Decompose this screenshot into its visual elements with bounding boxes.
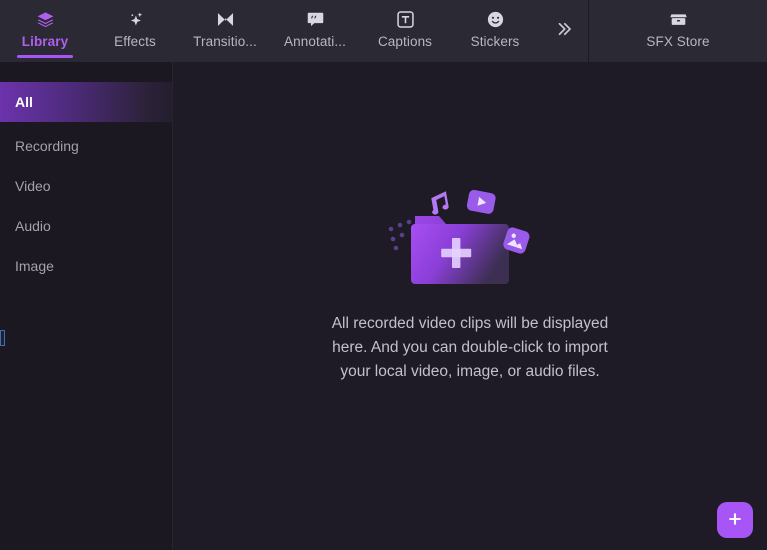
decorative-dots (388, 219, 412, 251)
store-icon (669, 10, 688, 29)
sidebar-item-audio-label: Audio (15, 218, 51, 234)
toolbar-tab-group: Library Effects Transitio... Annotati...… (0, 0, 588, 62)
tab-transitions[interactable]: Transitio... (180, 0, 270, 62)
plus-icon (726, 510, 744, 531)
text-cursor-artifact (0, 330, 5, 346)
transition-icon (216, 10, 235, 29)
sidebar-item-all[interactable]: All (0, 82, 172, 122)
tab-stickers[interactable]: Stickers (450, 0, 540, 62)
tab-library-label: Library (21, 34, 69, 49)
layers-icon (36, 10, 55, 29)
chevron-double-right-icon (555, 20, 573, 43)
toolbar-store-group: SFX Store (589, 0, 767, 62)
tab-effects-label: Effects (114, 34, 156, 49)
folder-icon (411, 216, 509, 284)
tab-effects[interactable]: Effects (90, 0, 180, 62)
tab-annotations[interactable]: Annotati... (270, 0, 360, 62)
text-box-icon (396, 10, 415, 29)
video-clip-icon (466, 189, 496, 214)
tab-sfx-store-label: SFX Store (646, 34, 710, 49)
tab-annotations-label: Annotati... (284, 34, 346, 49)
speech-bubble-icon (306, 10, 325, 29)
tab-library[interactable]: Library (0, 0, 90, 62)
main-toolbar: Library Effects Transitio... Annotati...… (0, 0, 767, 62)
add-media-button[interactable] (717, 502, 753, 538)
empty-state-message: All recorded video clips will be display… (331, 315, 609, 380)
library-panel-window: Library Effects Transitio... Annotati...… (0, 0, 767, 550)
music-note-icon (431, 191, 449, 215)
tab-captions[interactable]: Captions (360, 0, 450, 62)
sidebar-item-recording[interactable]: Recording (0, 126, 172, 166)
sparkle-icon (126, 10, 145, 29)
smiley-icon (486, 10, 505, 29)
sidebar-item-recording-label: Recording (15, 138, 79, 154)
tab-captions-label: Captions (377, 34, 433, 49)
tab-stickers-label: Stickers (470, 34, 520, 49)
folder-with-media-icons-illustration (385, 180, 555, 290)
media-category-sidebar: All Recording Video Audio Image (0, 62, 173, 550)
media-library-content[interactable]: All recorded video clips will be display… (173, 62, 767, 550)
tab-sfx-store[interactable]: SFX Store (623, 0, 733, 62)
sidebar-item-image-label: Image (15, 258, 54, 274)
panel-body: All Recording Video Audio Image All reco… (0, 62, 767, 550)
tab-active-underline (17, 55, 73, 58)
sidebar-item-all-label: All (15, 94, 33, 110)
sidebar-item-video[interactable]: Video (0, 166, 172, 206)
sidebar-item-image[interactable]: Image (0, 246, 172, 286)
sidebar-item-video-label: Video (15, 178, 51, 194)
toolbar-overflow-button[interactable] (540, 0, 588, 62)
sidebar-item-audio[interactable]: Audio (0, 206, 172, 246)
tab-transitions-label: Transitio... (193, 34, 257, 49)
